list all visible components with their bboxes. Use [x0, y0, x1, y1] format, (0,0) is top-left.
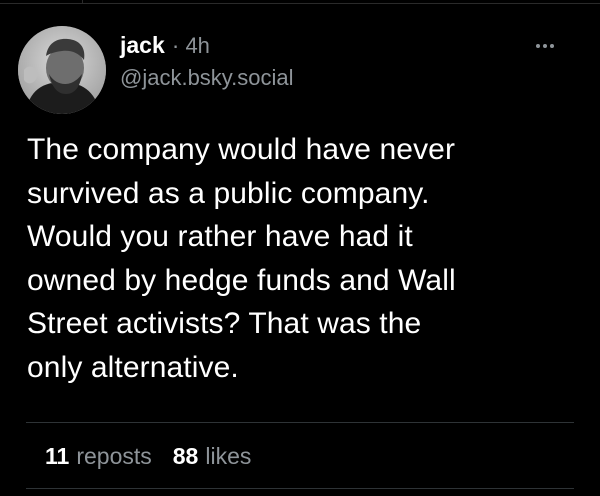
avatar-photo-icon	[18, 26, 106, 114]
author-display-name[interactable]: jack	[120, 30, 165, 60]
likes-label: likes	[205, 443, 252, 469]
author-name-row: jack · 4h	[120, 30, 294, 61]
more-options-button[interactable]	[528, 36, 562, 56]
top-divider	[0, 3, 600, 4]
author-handle[interactable]: @jack.bsky.social	[120, 63, 294, 93]
likes-count: 88	[172, 443, 199, 469]
avatar[interactable]	[18, 26, 106, 114]
reposts-count: 11	[45, 443, 70, 469]
post-stats: 11 reposts 88 likes	[45, 440, 251, 472]
reposts-label: reposts	[76, 443, 152, 469]
stats-divider	[26, 422, 574, 423]
reposts-stat[interactable]: 11 reposts	[45, 440, 152, 472]
ellipsis-icon	[536, 44, 554, 48]
bottom-divider	[26, 488, 574, 489]
post-timestamp[interactable]: 4h	[185, 31, 209, 61]
meta-separator: ·	[171, 32, 180, 58]
post-body-text: The company would have never survived as…	[27, 133, 456, 384]
likes-stat[interactable]: 88 likes	[173, 440, 252, 472]
thread-line-stub	[82, 0, 83, 4]
post-author: jack · 4h @jack.bsky.social	[120, 30, 294, 93]
